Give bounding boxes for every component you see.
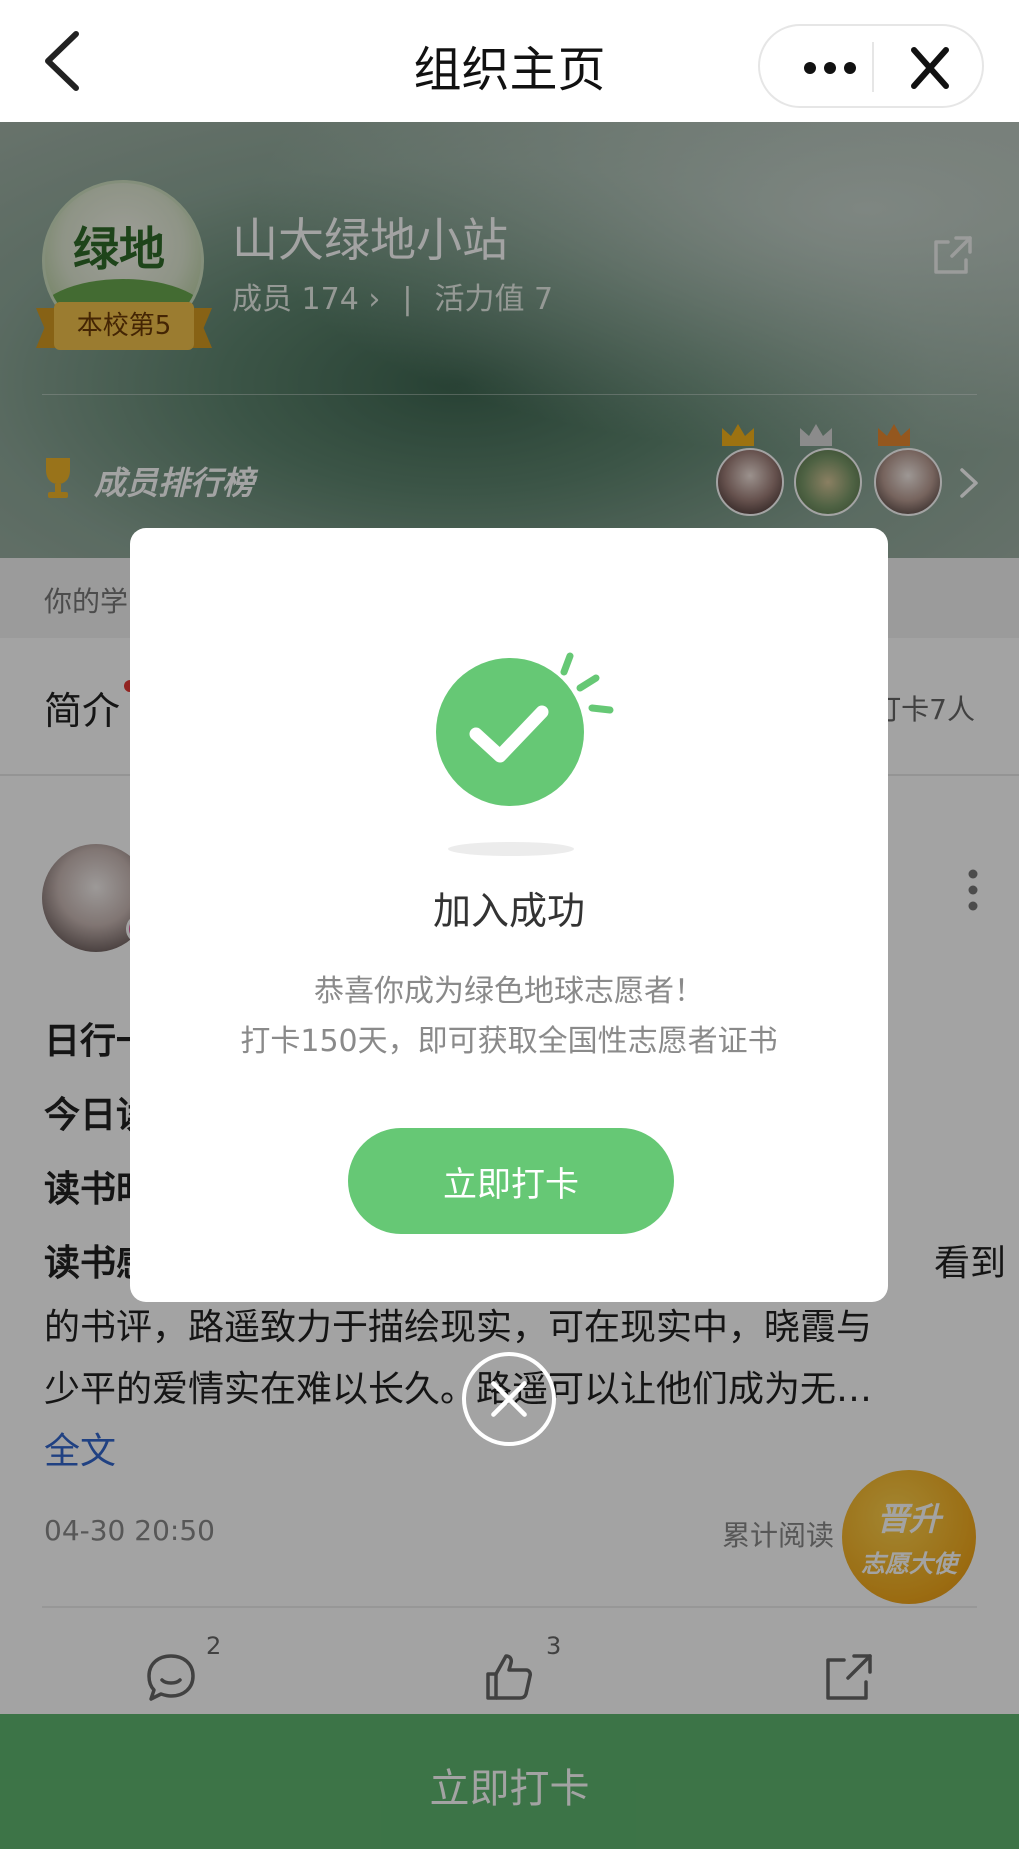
close-icon[interactable] — [900, 42, 960, 94]
more-dots-icon[interactable] — [790, 44, 870, 92]
check-circle-icon — [436, 652, 614, 806]
dialog-title: 加入成功 — [432, 889, 585, 933]
dialog-description-line2: 打卡150天，即可获取全国性志愿者证书 — [240, 1024, 778, 1059]
join-success-dialog: 加入成功 恭喜你成为绿色地球志愿者！ 打卡150天，即可获取全国性志愿者证书 立… — [130, 528, 888, 1302]
mini-program-capsule — [758, 24, 984, 108]
close-icon[interactable] — [462, 1352, 556, 1446]
icon-shadow — [448, 842, 574, 856]
dialog-description-line1: 恭喜你成为绿色地球志愿者！ — [314, 974, 704, 1009]
capsule-divider — [872, 42, 874, 92]
top-nav-bar: 组织主页 — [0, 0, 1019, 122]
checkin-now-button[interactable]: 立即打卡 — [348, 1128, 674, 1234]
